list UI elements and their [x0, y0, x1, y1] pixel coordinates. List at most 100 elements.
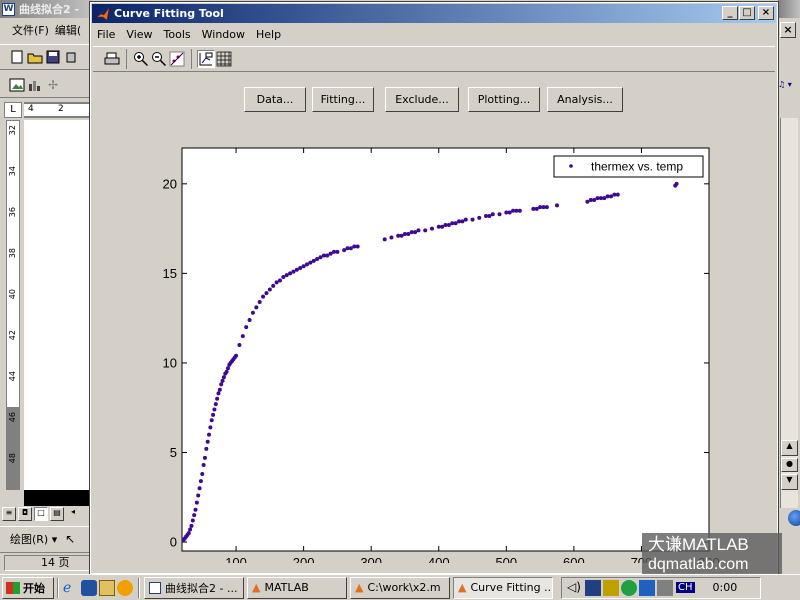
data-point	[217, 387, 222, 392]
task-cftool[interactable]: ▲ Curve Fitting ...	[453, 576, 553, 599]
minimize-button[interactable]: _	[722, 6, 738, 20]
document-page[interactable]	[24, 120, 92, 490]
maximize-button[interactable]: □	[739, 6, 755, 20]
data-point	[196, 493, 201, 498]
task-word[interactable]: 曲线拟合2 - ...	[144, 576, 244, 599]
menu-file[interactable]: File	[97, 28, 115, 41]
messenger-icon[interactable]	[621, 579, 637, 596]
data-point	[234, 353, 239, 358]
normal-view-icon[interactable]: ≡	[2, 507, 16, 521]
scroll-left-icon[interactable]: ◂	[66, 507, 80, 521]
picture-icon[interactable]	[8, 76, 26, 94]
network-icon[interactable]	[585, 579, 601, 596]
draw-menu[interactable]: 绘图(R) ▾	[10, 531, 57, 547]
task-editor[interactable]: ▲ C:\work\x2.m	[350, 576, 450, 599]
right-window-dropdown[interactable]: ♫ ▾	[778, 80, 800, 94]
antivirus-icon[interactable]	[603, 579, 619, 596]
media-player-icon[interactable]	[117, 579, 133, 596]
select-pointer-icon[interactable]: ↖	[65, 532, 75, 546]
task-matlab-label: MATLAB	[264, 581, 309, 594]
menu-help[interactable]: Help	[256, 28, 281, 41]
data-point	[224, 369, 229, 374]
vruler-label: 42	[8, 330, 17, 341]
vruler-label: 48	[8, 453, 17, 464]
data-point	[192, 513, 197, 518]
data-point	[237, 343, 242, 348]
word-statusbar: 14 页	[0, 552, 92, 572]
scroll-down-icon[interactable]: ▼	[781, 474, 798, 490]
data-point	[544, 205, 549, 210]
fitting-button[interactable]: Fitting...	[312, 87, 374, 112]
task-word-label: 曲线拟合2 - ...	[165, 581, 238, 595]
scroll-up-icon[interactable]: ▲	[781, 440, 798, 456]
data-point	[208, 425, 213, 430]
ruler-corner[interactable]: L	[4, 102, 22, 118]
watermark: 大谦MATLAB dqmatlab.com	[642, 533, 782, 577]
legend[interactable]: thermex vs. temp	[553, 155, 704, 178]
pin-icon[interactable]: ✢	[44, 76, 62, 94]
word-window: W 曲线拟合2 - 文件(F) 编辑( ✢ L 4 2 32 34 36 38 40 42…	[0, 0, 92, 574]
data-point	[328, 251, 333, 256]
outline-view-icon[interactable]: ▤	[50, 507, 64, 521]
scatter-plot[interactable]: 05101520 100200300400500600700800 therme…	[141, 133, 741, 563]
vruler-label: 44	[8, 371, 17, 382]
print-icon[interactable]	[103, 50, 121, 68]
right-window-close[interactable]: ×	[780, 22, 796, 38]
web-view-icon[interactable]: ◘	[18, 507, 32, 521]
grid-toggle-icon[interactable]	[215, 50, 233, 68]
desktop-icon[interactable]	[99, 579, 115, 596]
permission-icon[interactable]	[62, 48, 80, 66]
watermark-title: 大谦MATLAB	[648, 535, 749, 554]
right-vertical-scrollbar[interactable]: ▲ ● ▼	[780, 118, 798, 508]
print-view-icon[interactable]: □	[34, 507, 48, 521]
vruler-label: 34	[8, 166, 17, 177]
data-point	[247, 317, 252, 322]
plotting-button[interactable]: Plotting...	[468, 87, 540, 112]
globe-icon	[788, 510, 800, 526]
data-point	[186, 531, 191, 536]
save-icon[interactable]	[44, 48, 62, 66]
legend-toggle-icon[interactable]	[197, 50, 215, 68]
scroll-select-icon[interactable]: ●	[781, 458, 798, 472]
ie-icon[interactable]: ℯ	[63, 580, 79, 596]
data-point	[204, 446, 209, 451]
cftool-titlebar[interactable]: Curve Fitting Tool _ □ ×	[92, 4, 776, 23]
exclude-outliers-icon[interactable]	[168, 50, 186, 68]
view-buttons: ≡ ◘ □ ▤ ◂	[2, 507, 92, 523]
data-button[interactable]: Data...	[244, 87, 306, 112]
data-point	[219, 382, 224, 387]
menu-window[interactable]: Window	[202, 28, 245, 41]
task-matlab[interactable]: ▲ MATLAB	[247, 576, 347, 599]
lang-keyboard-icon[interactable]	[657, 579, 673, 596]
data-point	[592, 197, 597, 202]
data-point	[244, 325, 249, 330]
data-point	[534, 206, 539, 211]
data-point	[201, 463, 206, 468]
menu-view[interactable]: View	[126, 28, 152, 41]
zoom-in-icon[interactable]	[132, 50, 150, 68]
menu-tools[interactable]: Tools	[164, 28, 191, 41]
word-menu-file[interactable]: 文件(F)	[12, 22, 49, 38]
word-app-icon: W	[2, 2, 15, 16]
data-point	[463, 217, 468, 222]
new-document-icon[interactable]	[8, 48, 26, 66]
matlab-logo-icon	[96, 7, 110, 21]
volume-icon[interactable]: ◁)	[567, 580, 583, 596]
data-point	[274, 280, 279, 285]
close-button[interactable]: ×	[758, 6, 774, 20]
data-point	[389, 235, 394, 240]
word-titlebar[interactable]: W 曲线拟合2 -	[0, 0, 92, 18]
language-indicator[interactable]: CH	[676, 582, 695, 593]
data-point	[194, 500, 199, 505]
open-folder-icon[interactable]	[26, 48, 44, 66]
drawing-toolbar: 绘图(R) ▾ ↖	[0, 526, 92, 550]
start-button[interactable]: 开始	[2, 576, 54, 599]
zoom-out-icon[interactable]	[150, 50, 168, 68]
ime-icon[interactable]	[639, 579, 655, 596]
data-point	[261, 294, 266, 299]
word-menu-edit[interactable]: 编辑(	[55, 22, 81, 38]
chart-icon[interactable]	[26, 76, 44, 94]
analysis-button[interactable]: Analysis...	[547, 87, 623, 112]
outlook-icon[interactable]	[81, 579, 97, 596]
exclude-button[interactable]: Exclude...	[385, 87, 459, 112]
